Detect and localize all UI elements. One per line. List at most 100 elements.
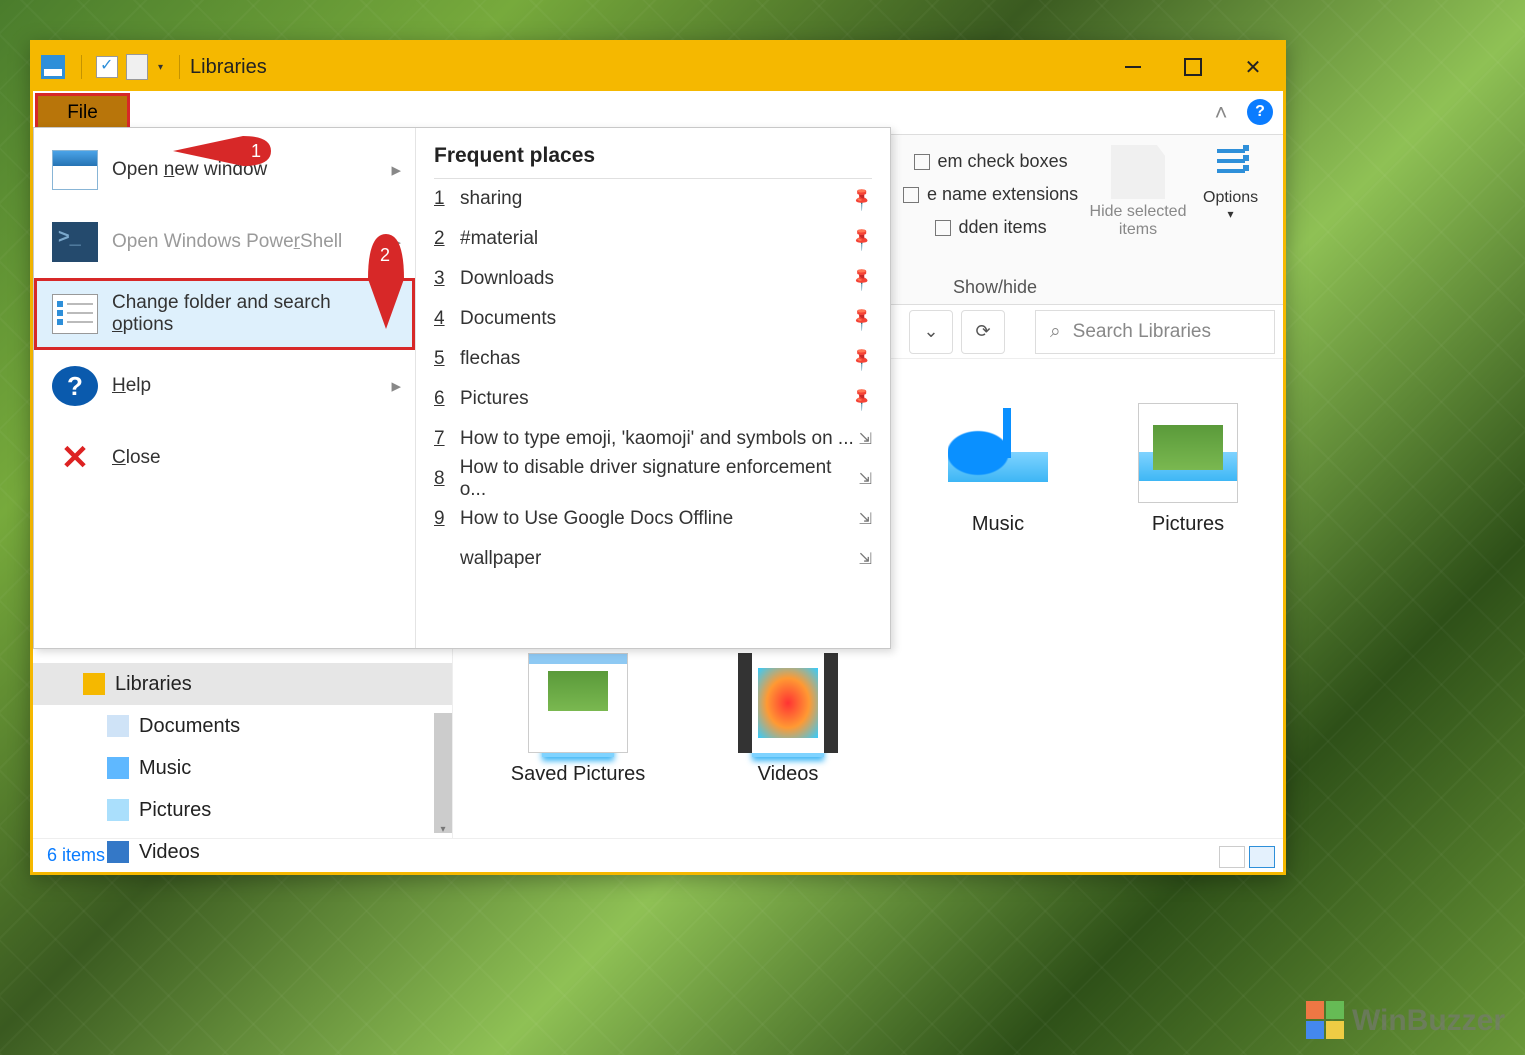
qat-dropdown-icon[interactable]: ▾: [158, 62, 163, 73]
menu-label: Close: [112, 447, 161, 469]
pin-icon[interactable]: 📌: [848, 225, 876, 253]
frequent-place-item[interactable]: 7 How to type emoji, 'kaomoji' and symbo…: [434, 419, 872, 459]
tree-documents[interactable]: Documents: [33, 705, 452, 747]
search-placeholder: Search Libraries: [1073, 321, 1211, 343]
place-label: sharing: [460, 188, 522, 210]
frequent-place-item[interactable]: 1 sharing 📌: [434, 179, 872, 219]
help-item[interactable]: ? Help ▸: [34, 350, 415, 422]
change-folder-options-item[interactable]: Change folder and search options: [34, 278, 415, 350]
pin-icon[interactable]: 📌: [848, 265, 876, 293]
accelerator-key: 3: [434, 268, 460, 290]
checkbox-icon[interactable]: [935, 220, 951, 236]
pin-icon[interactable]: 📌: [848, 305, 876, 333]
hide-selected-button[interactable]: Hide selected items: [1083, 145, 1193, 239]
large-icons-view-button[interactable]: [1249, 846, 1275, 868]
tree-music[interactable]: Music: [33, 747, 452, 789]
library-videos[interactable]: Videos: [703, 653, 873, 786]
winbuzzer-logo-icon: [1306, 1001, 1346, 1041]
pin-icon[interactable]: ⇲: [859, 549, 872, 569]
frequent-place-item[interactable]: 4 Documents 📌: [434, 299, 872, 339]
pin-icon[interactable]: ⇲: [859, 509, 872, 529]
library-saved-pictures[interactable]: Saved Pictures: [493, 653, 663, 786]
separator: [81, 55, 82, 79]
pin-icon[interactable]: ⇲: [859, 469, 872, 489]
svg-text:1: 1: [251, 141, 261, 161]
menu-label: Open Windows PowerShell: [112, 231, 342, 253]
place-label: Documents: [460, 308, 556, 330]
pin-icon[interactable]: 📌: [848, 185, 876, 213]
place-label: Pictures: [460, 388, 529, 410]
music-library-icon: [948, 403, 1048, 503]
pin-icon[interactable]: 📌: [848, 385, 876, 413]
tree-label: Music: [139, 757, 191, 780]
checkbox-icon[interactable]: [914, 154, 930, 170]
open-powershell-item[interactable]: Open Windows PowerShell ▸: [34, 206, 415, 278]
item-checkboxes-label: em check boxes: [938, 151, 1068, 172]
frequent-place-item[interactable]: 5 flechas 📌: [434, 339, 872, 379]
library-label: Music: [913, 513, 1083, 536]
search-input[interactable]: ⌕ Search Libraries: [1035, 310, 1275, 354]
accelerator-key: 4: [434, 308, 460, 330]
search-icon: ⌕: [1050, 321, 1061, 343]
scrollbar-thumb[interactable]: [434, 713, 452, 833]
pin-icon[interactable]: 📌: [848, 345, 876, 373]
options-label: Options: [1203, 189, 1258, 207]
videos-library-icon: [738, 653, 838, 753]
frequent-place-item[interactable]: 3 Downloads 📌: [434, 259, 872, 299]
tree-pictures[interactable]: Pictures: [33, 789, 452, 831]
library-pictures[interactable]: Pictures: [1103, 403, 1273, 536]
options-icon: [52, 294, 98, 334]
options-icon: [1217, 145, 1245, 185]
place-label: How to Use Google Docs Offline: [460, 508, 733, 530]
annotation-1: 1: [173, 133, 273, 169]
saved-pictures-icon: [528, 653, 628, 753]
library-music[interactable]: Music: [913, 403, 1083, 536]
hide-selected-label: Hide selected items: [1083, 203, 1193, 239]
maximize-button[interactable]: [1163, 43, 1223, 91]
window-title: Libraries: [190, 56, 267, 79]
ribbon-group-label: Show/hide: [953, 277, 1037, 298]
annotation-2: 2: [363, 229, 409, 329]
history-dropdown-button[interactable]: ⌄: [909, 310, 953, 354]
tree-label: Libraries: [115, 673, 192, 696]
checkbox-icon[interactable]: [903, 187, 919, 203]
menu-label: Change folder and search options: [112, 292, 397, 336]
options-button[interactable]: Options ▾: [1203, 145, 1258, 221]
titlebar[interactable]: ▾ Libraries: [33, 43, 1283, 91]
frequent-place-item[interactable]: 9 How to Use Google Docs Offline ⇲: [434, 499, 872, 539]
close-window-button[interactable]: [1223, 43, 1283, 91]
help-icon[interactable]: ?: [1247, 99, 1273, 125]
qat-newfolder-icon[interactable]: [126, 54, 148, 80]
details-view-button[interactable]: [1219, 846, 1245, 868]
submenu-arrow-icon: ▸: [391, 375, 401, 398]
documents-icon: [107, 715, 129, 737]
minimize-button[interactable]: [1103, 43, 1163, 91]
frequent-place-item[interactable]: 6 Pictures 📌: [434, 379, 872, 419]
submenu-arrow-icon: ▸: [391, 159, 401, 182]
frequent-place-item[interactable]: 8 How to disable driver signature enforc…: [434, 459, 872, 499]
frequent-place-item[interactable]: wallpaper ⇲: [434, 539, 872, 579]
place-label: #material: [460, 228, 538, 250]
tree-label: Pictures: [139, 799, 211, 822]
hidden-items-label: dden items: [959, 217, 1047, 238]
close-item[interactable]: ✕ Close: [34, 422, 415, 494]
window-icon: [52, 150, 98, 190]
accelerator-key: 2: [434, 228, 460, 250]
pictures-library-icon: [1138, 403, 1238, 503]
tree-libraries[interactable]: Libraries: [33, 663, 452, 705]
collapse-ribbon-icon[interactable]: ˄: [1207, 99, 1235, 127]
menu-label: Help: [112, 375, 151, 397]
watermark: WinBuzzer: [1306, 1001, 1505, 1041]
chevron-down-icon[interactable]: ▾: [1228, 207, 1234, 221]
library-label: Videos: [703, 763, 873, 786]
qat-properties-icon[interactable]: [96, 56, 118, 78]
refresh-button[interactable]: ⟳: [961, 310, 1005, 354]
accelerator-key: 1: [434, 188, 460, 210]
scrollbar-down-icon[interactable]: ▾: [434, 820, 452, 838]
place-label: wallpaper: [460, 548, 541, 570]
place-label: flechas: [460, 348, 520, 370]
pin-icon[interactable]: ⇲: [859, 429, 872, 449]
place-label: How to type emoji, 'kaomoji' and symbols…: [460, 428, 854, 450]
frequent-place-item[interactable]: 2 #material 📌: [434, 219, 872, 259]
file-menu-commands: Open new window ▸ Open Windows PowerShel…: [34, 128, 416, 648]
